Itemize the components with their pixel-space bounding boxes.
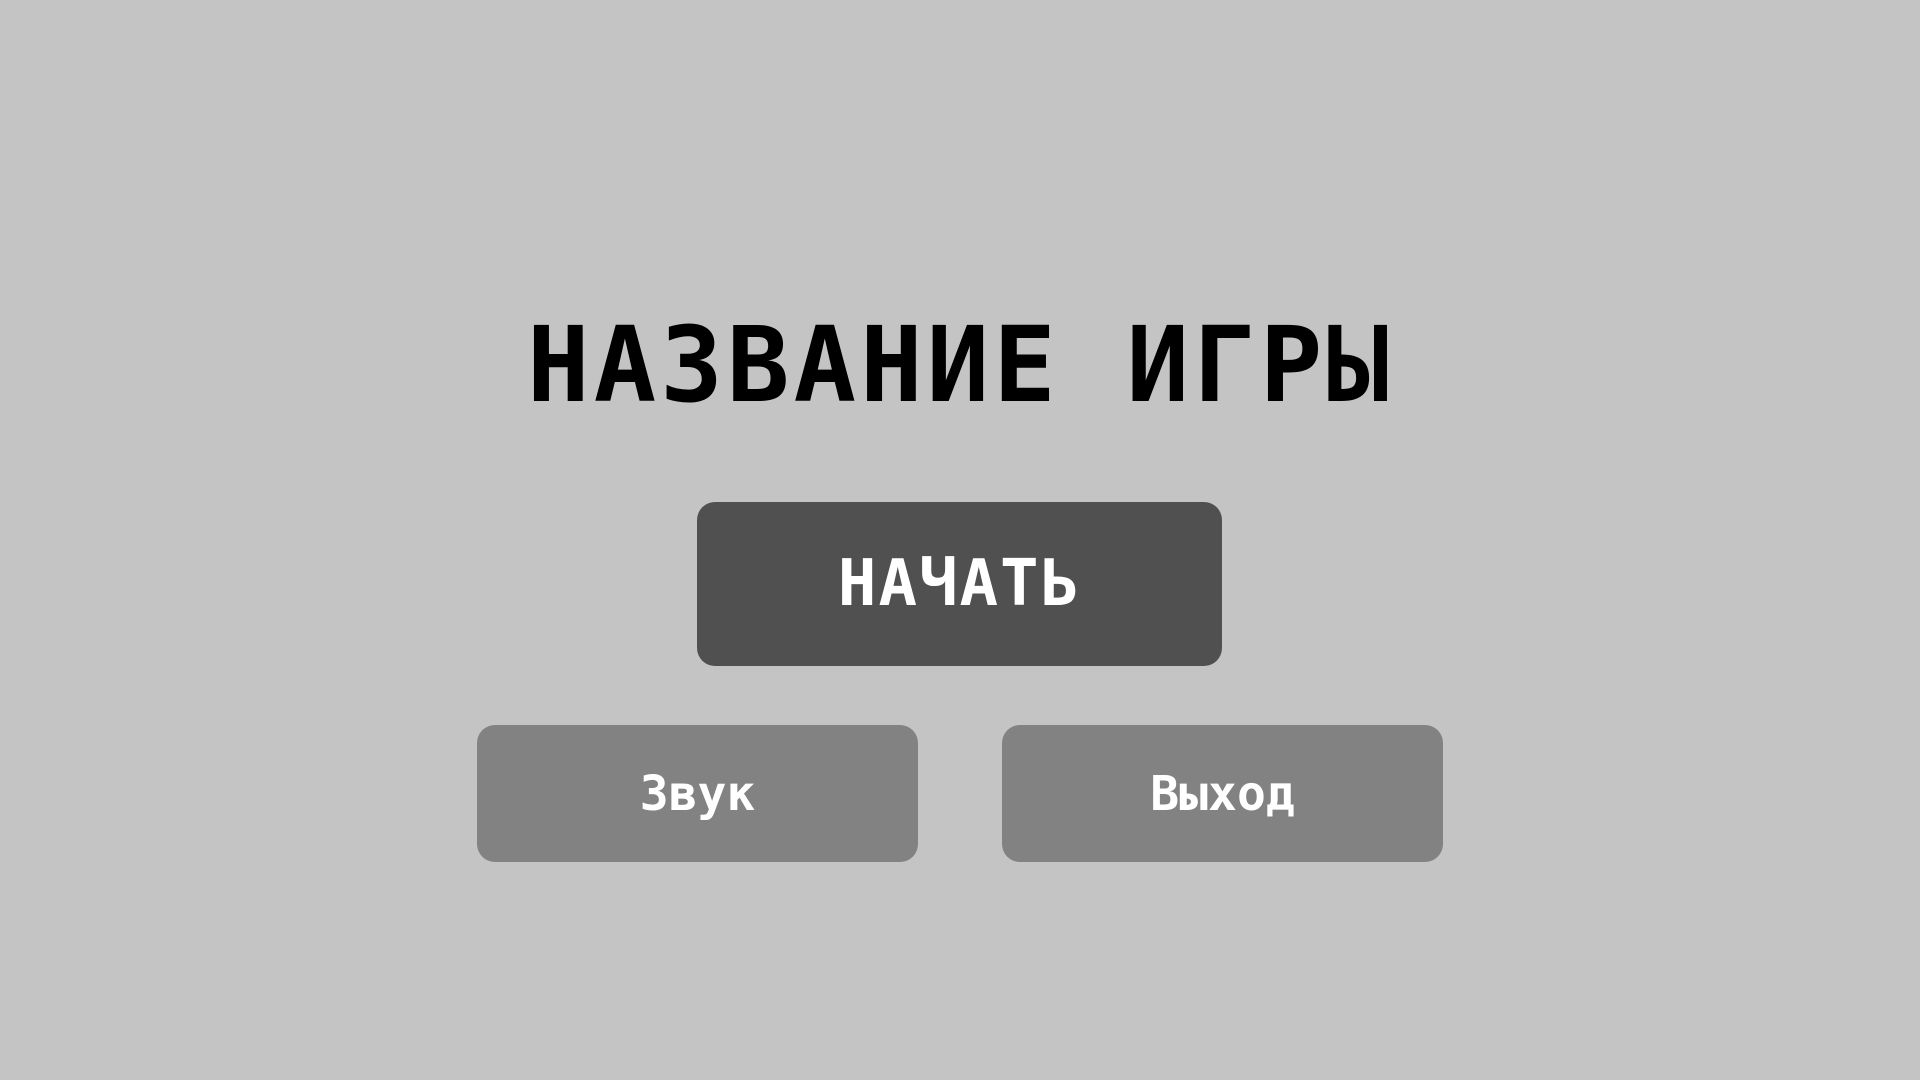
start-button[interactable]: НАЧАТЬ	[697, 502, 1222, 666]
exit-button-label: Выход	[1150, 765, 1295, 822]
exit-button[interactable]: Выход	[1002, 725, 1443, 862]
sound-button-label: Звук	[639, 765, 756, 822]
start-button-label: НАЧАТЬ	[837, 547, 1082, 621]
game-title: НАЗВАНИЕ ИГРЫ	[527, 304, 1393, 426]
sound-button[interactable]: Звук	[477, 725, 918, 862]
